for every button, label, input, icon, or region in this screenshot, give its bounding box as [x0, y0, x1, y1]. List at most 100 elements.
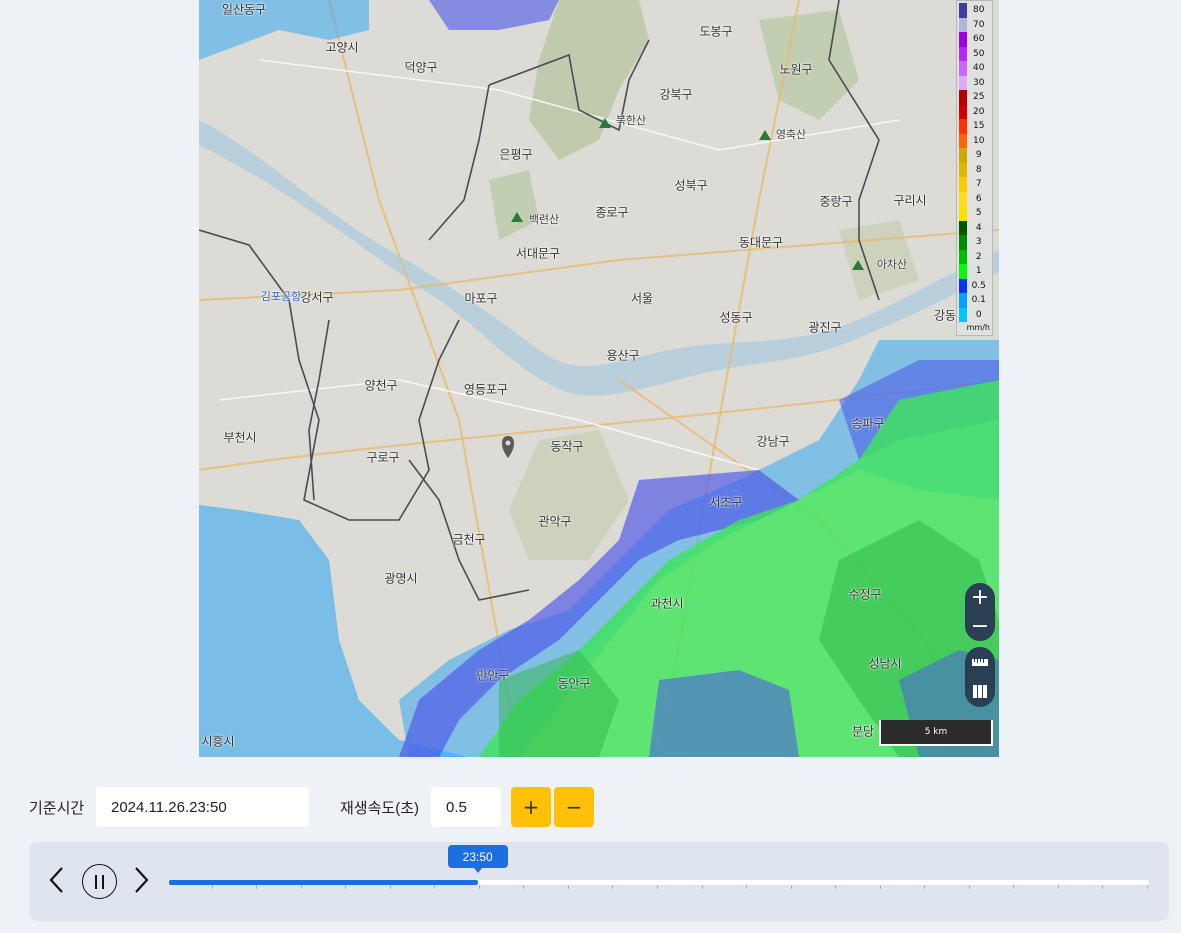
legend-swatch	[959, 46, 968, 61]
legend-row: 8	[959, 162, 990, 177]
legend-unit: mm/h	[966, 323, 990, 332]
timeline-tick	[301, 885, 302, 889]
legend-value: 6	[975, 193, 982, 204]
map-layers-button[interactable]	[965, 676, 995, 705]
legend-row: 1	[959, 264, 990, 279]
pause-bar-right	[102, 874, 104, 889]
timeline-tick	[657, 885, 658, 889]
legend-value: 50	[973, 48, 985, 59]
map-place-label: 중랑구	[819, 194, 853, 209]
map-place-label: 과천시	[650, 596, 684, 611]
map-place-label: 영등포구	[463, 382, 509, 397]
legend-value: 0.1	[971, 295, 986, 306]
legend-value: 7	[975, 179, 982, 190]
previous-frame-button[interactable]	[47, 862, 67, 901]
legend-value: 40	[973, 63, 985, 74]
map-place-label: 송파구	[851, 416, 885, 431]
map-place-label: 백련산	[528, 213, 560, 226]
timeline-tick	[702, 885, 703, 889]
legend-value: 20	[973, 106, 985, 117]
legend-row: 10	[959, 133, 990, 148]
map-place-label: 성동구	[719, 310, 753, 325]
map-place-label: 도봉구	[699, 24, 733, 39]
map-base-layer	[199, 0, 999, 757]
precipitation-legend: 80 70 60 50 40 30 25 20 15 10 9 8 7 6 5 4 3 2 1 0.5 0.1 0 mm/…	[956, 0, 993, 336]
ruler-tool-button[interactable]	[965, 647, 995, 676]
legend-row: 4	[959, 220, 990, 235]
playback-speed-input[interactable]	[431, 787, 501, 827]
radar-map[interactable]: 일산동구 고양시 덕양구 도봉구 노원구 강북구 북한산 영축산 은평구 성북구 중랑구 구리시 백련산…	[199, 0, 999, 757]
legend-row: 25	[959, 90, 990, 105]
map-place-label: 아차산	[876, 258, 908, 271]
legend-row: 0	[959, 307, 990, 322]
legend-row: 40	[959, 61, 990, 76]
map-tool-controls	[965, 647, 995, 707]
timeline-track[interactable]	[169, 880, 1149, 889]
legend-row: 15	[959, 119, 990, 134]
legend-value: 0	[975, 309, 982, 320]
base-time-input[interactable]	[96, 787, 309, 827]
legend-value: 25	[973, 92, 985, 103]
legend-swatch	[959, 119, 968, 134]
legend-row: 9	[959, 148, 990, 163]
zoom-controls: + −	[965, 583, 995, 641]
map-place-label: 북한산	[615, 114, 647, 127]
map-place-label: 부천시	[223, 430, 257, 445]
map-place-label: 일산동구	[221, 2, 267, 17]
chevron-right-icon	[135, 867, 149, 893]
legend-swatch	[959, 264, 968, 279]
legend-swatch	[959, 61, 968, 76]
speed-decrease-button[interactable]: −	[554, 787, 594, 827]
legend-value: 8	[975, 164, 982, 175]
map-place-label: 서초구	[709, 495, 743, 510]
map-place-label: 동작구	[550, 439, 584, 454]
pause-button[interactable]	[82, 864, 117, 899]
map-place-label: 성북구	[674, 178, 708, 193]
map-place-label: 강남구	[756, 434, 790, 449]
legend-swatch	[959, 220, 968, 235]
timeline-tick	[791, 885, 792, 889]
map-place-label: 종로구	[595, 205, 629, 220]
map-place-label: 동대문구	[738, 235, 784, 250]
map-place-label: 광진구	[808, 320, 842, 335]
legend-value: 10	[973, 135, 985, 146]
legend-value: 2	[975, 251, 982, 262]
base-time-label: 기준시간	[29, 800, 85, 817]
map-place-label: 수정구	[848, 587, 882, 602]
timeline-tick	[1147, 885, 1148, 889]
legend-row: 30	[959, 75, 990, 90]
legend-value: 80	[973, 5, 985, 16]
chevron-left-icon	[49, 867, 63, 893]
timeline-tick	[969, 885, 970, 889]
legend-row: 5	[959, 206, 990, 221]
legend-swatch	[959, 3, 968, 18]
map-place-label: 서울	[630, 291, 654, 306]
legend-value: 5	[975, 208, 982, 219]
legend-value: 15	[973, 121, 985, 132]
timeline-tick	[924, 885, 925, 889]
map-place-label: 분당	[851, 724, 875, 739]
ruler-icon	[972, 658, 988, 666]
map-place-label: 동안구	[557, 676, 591, 691]
map-place-label: 덕양구	[404, 60, 438, 75]
next-frame-button[interactable]	[131, 862, 151, 901]
speed-increase-button[interactable]: +	[511, 787, 551, 827]
timeline-tick	[256, 885, 257, 889]
legend-swatch	[959, 148, 968, 163]
zoom-in-button[interactable]: +	[965, 583, 995, 612]
legend-row: 80	[959, 3, 990, 18]
map-place-label: 김포공항	[260, 290, 302, 303]
legend-swatch	[959, 104, 968, 119]
legend-value: 60	[973, 34, 985, 45]
zoom-out-button[interactable]: −	[965, 612, 995, 641]
timeline-progress	[169, 880, 478, 885]
legend-value: 30	[973, 77, 985, 88]
legend-row: 20	[959, 104, 990, 119]
timeline-tick	[880, 885, 881, 889]
legend-swatch	[959, 206, 968, 221]
timeline-tick	[835, 885, 836, 889]
map-place-label: 마포구	[464, 291, 498, 306]
legend-row: 0.5	[959, 278, 990, 293]
map-place-label: 노원구	[779, 62, 813, 77]
legend-swatch	[959, 249, 968, 264]
